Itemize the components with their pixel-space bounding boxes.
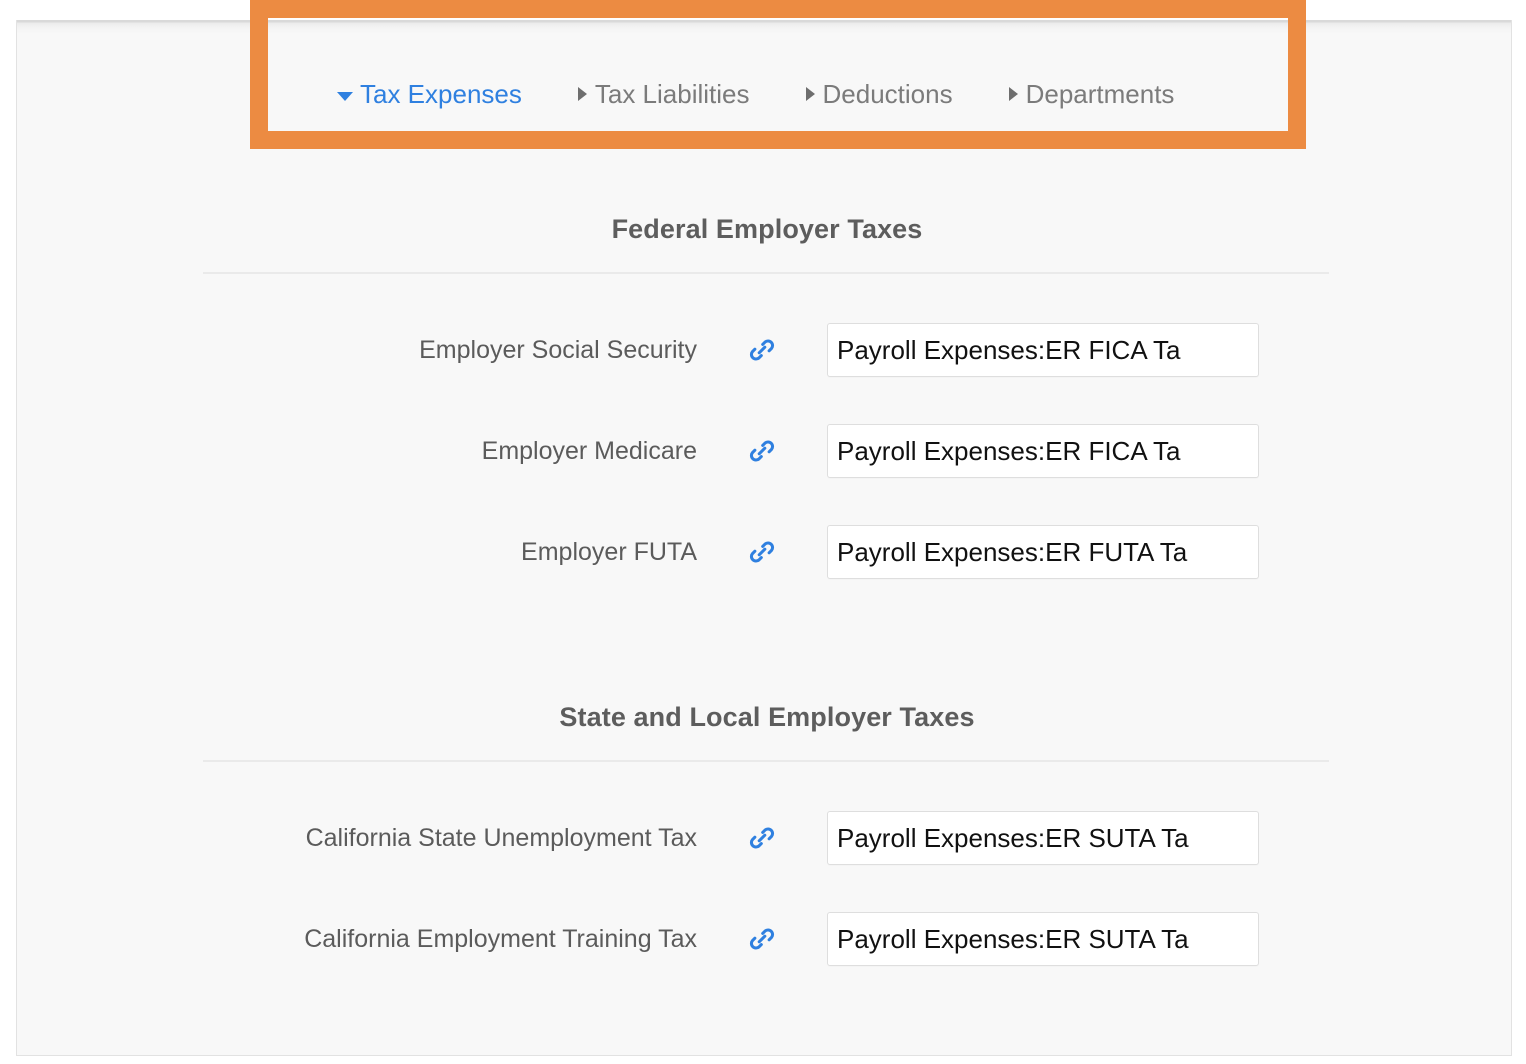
link-icon[interactable] [748,437,776,465]
link-icon[interactable] [748,824,776,852]
link-icon[interactable] [748,925,776,953]
settings-panel: Tax Expenses Tax Liabilities Deductions … [16,20,1512,1056]
link-cell[interactable] [697,538,827,566]
tax-expenses-content: Federal Employer Taxes Employer Social S… [17,160,1511,973]
tab-tax-expenses-label: Tax Expenses [360,79,522,109]
section-title-federal: Federal Employer Taxes [611,214,923,244]
row-label: Employer FUTA [521,537,697,566]
link-cell[interactable] [697,336,827,364]
row-employer-medicare: Employer Medicare [17,417,1511,485]
row-employer-futa: Employer FUTA [17,518,1511,586]
screen-root: Tax Expenses Tax Liabilities Deductions … [0,0,1526,1064]
account-field[interactable] [827,912,1259,966]
tab-tax-liabilities[interactable]: Tax Liabilities [577,79,750,109]
panel-top-shadow [17,20,1511,34]
account-field[interactable] [827,525,1259,579]
tab-deductions-label: Deductions [822,79,953,109]
triangle-right-icon [1008,87,1018,101]
row-label: Employer Medicare [481,436,697,465]
tab-tax-expenses[interactable]: Tax Expenses [337,81,522,107]
account-field[interactable] [827,811,1259,865]
row-california-employment-training-tax: California Employment Training Tax [17,905,1511,973]
tab-deductions[interactable]: Deductions [805,79,953,109]
link-cell[interactable] [697,824,827,852]
tab-departments-label: Departments [1025,79,1175,109]
triangle-right-icon [577,87,587,101]
section-divider [203,760,1329,762]
row-california-state-unemployment-tax: California State Unemployment Tax [17,804,1511,872]
link-icon[interactable] [748,538,776,566]
row-label: California State Unemployment Tax [305,823,697,852]
account-field[interactable] [827,424,1259,478]
section-federal-employer-taxes: Federal Employer Taxes Employer Social S… [17,160,1511,586]
tab-departments[interactable]: Departments [1008,79,1175,109]
section-title-state-local: State and Local Employer Taxes [559,702,975,732]
triangle-right-icon [805,87,815,101]
tab-tax-liabilities-label: Tax Liabilities [594,79,750,109]
row-label: California Employment Training Tax [304,924,697,953]
section-divider [203,272,1329,274]
row-employer-social-security: Employer Social Security [17,316,1511,384]
tax-category-tabbar: Tax Expenses Tax Liabilities Deductions … [17,34,1511,154]
account-field[interactable] [827,323,1259,377]
section-state-local-employer-taxes: State and Local Employer Taxes Californi… [17,648,1511,973]
link-cell[interactable] [697,437,827,465]
triangle-down-icon [337,91,353,101]
row-label: Employer Social Security [419,335,697,364]
link-icon[interactable] [748,336,776,364]
link-cell[interactable] [697,925,827,953]
